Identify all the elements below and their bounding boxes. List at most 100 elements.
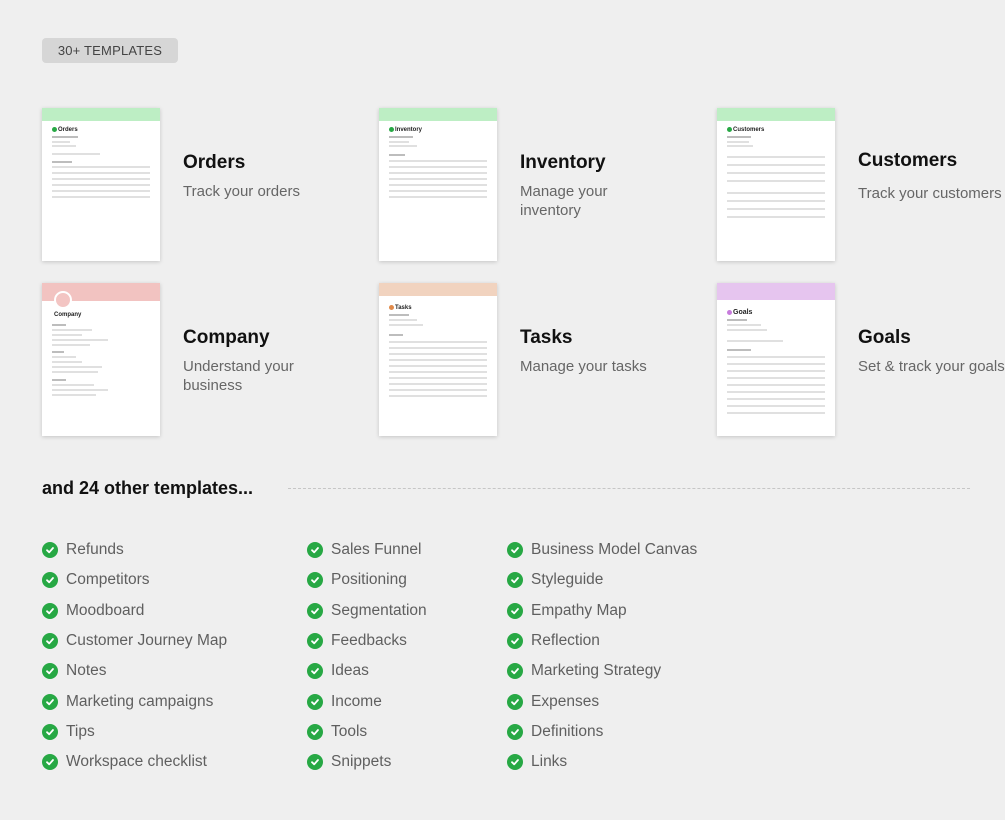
- other-templates-heading: and 24 other templates...: [42, 478, 254, 498]
- template-list-item[interactable]: Feedbacks: [307, 626, 427, 656]
- check-circle-icon: [42, 602, 58, 619]
- template-list-item[interactable]: Reflection: [507, 626, 697, 656]
- template-thumbnail-tasks[interactable]: Tasks: [379, 283, 497, 436]
- thumbnail-title: Inventory: [395, 127, 423, 133]
- check-circle-icon: [307, 663, 323, 680]
- template-list-item-label: Expenses: [531, 692, 600, 710]
- check-circle-icon: [307, 693, 323, 710]
- template-list-item[interactable]: Ideas: [307, 656, 427, 686]
- template-list-item[interactable]: Refunds: [42, 535, 227, 565]
- template-list-item-label: Ideas: [331, 662, 369, 680]
- template-title[interactable]: Orders: [183, 152, 245, 174]
- check-circle-icon: [42, 754, 58, 771]
- template-description: Track your customers: [858, 185, 1002, 202]
- template-list-item[interactable]: Definitions: [507, 717, 697, 747]
- page-icon: [54, 291, 72, 309]
- template-list-item-label: Income: [331, 692, 382, 710]
- template-list-item-label: Workspace checklist: [66, 753, 207, 771]
- template-list-item[interactable]: Tips: [42, 717, 227, 747]
- template-list-column-1: Refunds Competitors Moodboard Customer Jour…: [42, 535, 227, 777]
- template-title[interactable]: Company: [183, 327, 270, 349]
- template-list-item[interactable]: Segmentation: [307, 596, 427, 626]
- template-list-item[interactable]: Empathy Map: [507, 596, 697, 626]
- template-list-item-label: Notes: [66, 662, 107, 680]
- templates-count-badge: 30+ TEMPLATES: [42, 38, 178, 63]
- template-list-item[interactable]: Links: [507, 747, 697, 777]
- template-list-item[interactable]: Customer Journey Map: [42, 626, 227, 656]
- check-circle-icon: [42, 542, 58, 559]
- template-list-item-label: Empathy Map: [531, 601, 627, 619]
- thumbnail-header-band: [717, 108, 835, 121]
- template-thumbnail-inventory[interactable]: Inventory: [379, 108, 497, 261]
- check-circle-icon: [307, 633, 323, 650]
- template-list-item[interactable]: Tools: [307, 717, 427, 747]
- template-title[interactable]: Inventory: [520, 152, 606, 174]
- check-circle-icon: [507, 693, 523, 710]
- template-list-item-label: Marketing campaigns: [66, 692, 214, 710]
- check-circle-icon: [507, 633, 523, 650]
- template-card-orders[interactable]: Orders Orders Track your orders: [42, 108, 342, 263]
- template-list-item-label: Styleguide: [531, 571, 604, 589]
- template-list-item-label: Tools: [331, 722, 368, 740]
- template-list-item[interactable]: Moodboard: [42, 596, 227, 626]
- check-circle-icon: [307, 602, 323, 619]
- template-list-item[interactable]: Marketing campaigns: [42, 686, 227, 716]
- thumbnail-header-band: [379, 283, 497, 296]
- template-description: Set & track your goals: [858, 358, 1005, 375]
- page-icon: [389, 305, 394, 310]
- template-thumbnail-goals[interactable]: Goals: [717, 283, 835, 436]
- template-list-item[interactable]: Snippets: [307, 747, 427, 777]
- template-title[interactable]: Tasks: [520, 327, 572, 349]
- template-list-column-3: Business Model Canvas Styleguide Empathy M…: [507, 535, 697, 777]
- template-description: Track your orders: [183, 183, 300, 200]
- template-title[interactable]: Customers: [858, 150, 957, 172]
- template-card-customers[interactable]: Customers Customers Track your customers: [717, 108, 1005, 263]
- template-list-item-label: Business Model Canvas: [531, 541, 698, 559]
- check-circle-icon: [307, 572, 323, 589]
- check-circle-icon: [42, 663, 58, 680]
- template-thumbnail-company[interactable]: Company: [42, 283, 160, 436]
- thumbnail-title: Orders: [58, 127, 78, 133]
- page-icon: [389, 127, 394, 132]
- template-list-item[interactable]: Competitors: [42, 565, 227, 595]
- template-list-item[interactable]: Positioning: [307, 565, 427, 595]
- check-circle-icon: [307, 542, 323, 559]
- template-list-item-label: Refunds: [66, 541, 124, 559]
- template-list-item-label: Tips: [66, 722, 95, 740]
- template-list-item[interactable]: Income: [307, 686, 427, 716]
- template-list-item-label: Definitions: [531, 722, 604, 740]
- check-circle-icon: [507, 602, 523, 619]
- template-card-tasks[interactable]: Tasks Tasks Manage your tasks: [379, 283, 679, 438]
- template-thumbnail-customers[interactable]: Customers: [717, 108, 835, 261]
- template-list-column-2: Sales Funnel Positioning Segmentation Feedb…: [307, 535, 427, 777]
- page-icon: [727, 127, 732, 132]
- template-card-company[interactable]: Company Company Understand your business: [42, 283, 342, 438]
- template-list-item[interactable]: Expenses: [507, 686, 697, 716]
- page-icon: [52, 127, 57, 132]
- template-card-inventory[interactable]: Inventory Inventory Manage your inventor…: [379, 108, 679, 263]
- template-list-item[interactable]: Styleguide: [507, 565, 697, 595]
- template-title[interactable]: Goals: [858, 327, 911, 349]
- check-circle-icon: [507, 542, 523, 559]
- thumbnail-title: Customers: [733, 127, 765, 133]
- template-list-item-label: Segmentation: [331, 601, 427, 619]
- template-description: Manage your inventory: [520, 183, 608, 219]
- template-list-item-label: Sales Funnel: [331, 541, 422, 559]
- template-list-item[interactable]: Workspace checklist: [42, 747, 227, 777]
- template-card-goals[interactable]: Goals Goals Set & track your goals: [717, 283, 1005, 438]
- check-circle-icon: [307, 723, 323, 740]
- template-list-item[interactable]: Notes: [42, 656, 227, 686]
- template-thumbnail-orders[interactable]: Orders: [42, 108, 160, 261]
- check-circle-icon: [507, 572, 523, 589]
- template-list-item-label: Customer Journey Map: [66, 632, 228, 650]
- template-list-item[interactable]: Sales Funnel: [307, 535, 427, 565]
- check-circle-icon: [42, 723, 58, 740]
- template-list-item[interactable]: Business Model Canvas: [507, 535, 697, 565]
- template-list-item[interactable]: Marketing Strategy: [507, 656, 697, 686]
- check-circle-icon: [507, 754, 523, 771]
- template-list-item-label: Competitors: [66, 571, 150, 589]
- page-icon: [727, 310, 732, 315]
- thumbnail-title: Company: [54, 312, 82, 318]
- template-list-item-label: Feedbacks: [331, 632, 407, 650]
- template-description: Manage your tasks: [520, 358, 647, 375]
